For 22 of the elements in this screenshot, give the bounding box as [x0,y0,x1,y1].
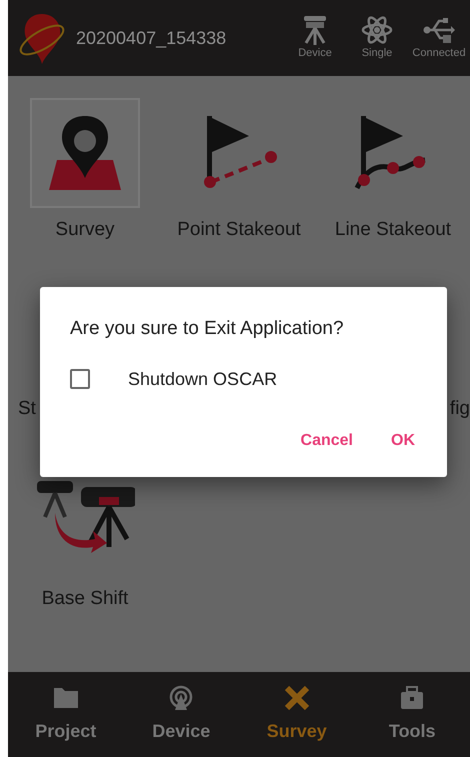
app-tile[interactable] [30,98,140,208]
app-label: St [18,396,36,420]
app-label: fig [450,396,470,420]
dialog-title: Are you sure to Exit Application? [70,317,345,341]
app-label: Point Stakeout [177,218,301,242]
status-label: Device [298,46,332,61]
app-label: Survey [55,218,115,242]
app-label: Line Stakeout [334,218,452,242]
atom-icon [361,14,393,45]
app-label: Base Shift [42,586,128,610]
project-title: 20200407_154338 [76,26,228,50]
nav-tab[interactable]: Project [8,672,124,757]
status-label: Connected [412,46,466,61]
pencil-ruler-icon [282,684,311,712]
dialog-button[interactable]: OK [379,422,427,458]
nav-tab[interactable]: Tools [354,672,470,757]
nav-tab[interactable]: Survey [239,672,354,757]
dialog-button[interactable]: Cancel [288,422,365,458]
status-label: Single [362,46,392,61]
checkbox[interactable] [70,369,90,389]
checkbox-label: Shutdown OSCAR [128,368,278,390]
nav-tab[interactable]: Device [124,672,239,757]
